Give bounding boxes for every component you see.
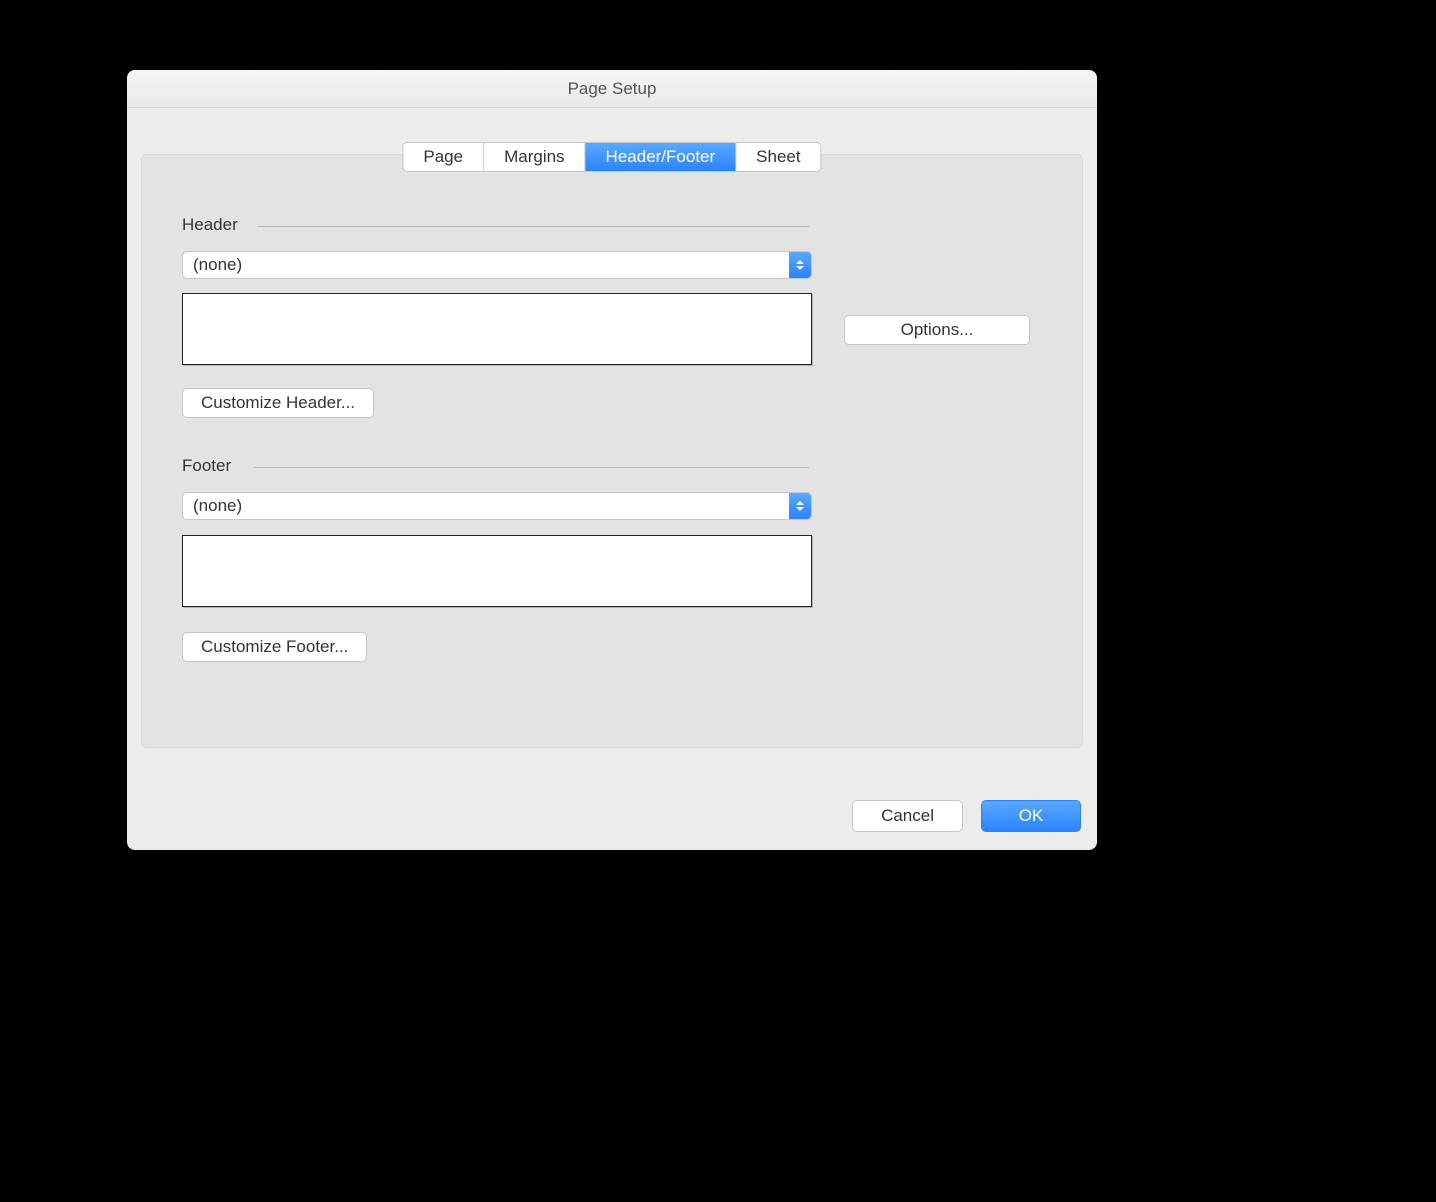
customize-footer-button[interactable]: Customize Footer...: [182, 632, 367, 662]
header-section-line: [257, 226, 809, 227]
header-select[interactable]: (none): [182, 251, 812, 279]
customize-header-button[interactable]: Customize Header...: [182, 388, 374, 418]
footer-section-label: Footer: [182, 456, 231, 476]
ok-button[interactable]: OK: [981, 800, 1081, 832]
header-select-value: (none): [183, 255, 789, 275]
cancel-button[interactable]: Cancel: [852, 800, 963, 832]
tab-sheet[interactable]: Sheet: [736, 143, 820, 171]
updown-icon: [789, 252, 811, 278]
header-preview: [182, 293, 812, 365]
page-setup-dialog: Page Setup Page Margins Header/Footer Sh…: [127, 70, 1097, 850]
footer-preview: [182, 535, 812, 607]
footer-select[interactable]: (none): [182, 492, 812, 520]
updown-icon: [789, 493, 811, 519]
dialog-title: Page Setup: [568, 79, 657, 99]
dialog-titlebar: Page Setup: [127, 70, 1097, 108]
content-panel: Header (none) Customize Header... Option…: [141, 154, 1083, 748]
tab-margins[interactable]: Margins: [484, 143, 585, 171]
footer-section-line: [254, 467, 809, 468]
header-section-label: Header: [182, 215, 238, 235]
dialog-buttons: Cancel OK: [852, 800, 1081, 832]
tab-page[interactable]: Page: [403, 143, 484, 171]
footer-select-value: (none): [183, 496, 789, 516]
options-button[interactable]: Options...: [844, 315, 1030, 345]
tab-header-footer[interactable]: Header/Footer: [586, 143, 737, 171]
tabs-bar: Page Margins Header/Footer Sheet: [402, 142, 821, 172]
